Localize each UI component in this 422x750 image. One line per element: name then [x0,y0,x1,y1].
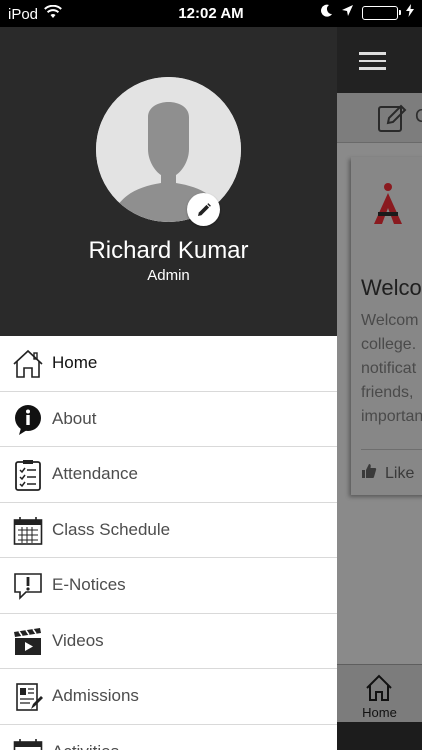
college-logo-icon [372,182,404,231]
menu-label: Admissions [52,686,139,706]
status-bar: iPod 12:02 AM [0,0,422,27]
info-icon [12,404,44,436]
admission-form-icon [12,681,44,713]
like-button[interactable]: Like [361,463,414,484]
menu-label: About [52,408,97,428]
menu-item-class-schedule[interactable]: Class Schedule [0,503,337,558]
body-line: friends, [361,384,414,401]
menu-item-about[interactable]: About [0,392,337,447]
avatar[interactable] [96,77,241,222]
thumbs-up-icon [361,463,377,484]
calendar-icon [12,737,44,750]
user-name: Richard Kumar [88,237,249,264]
card-divider [361,449,422,450]
body-line: Welcom [361,312,419,329]
welcome-body: Welcom college. notificat friends, impor… [361,309,422,429]
edit-avatar-button[interactable] [187,193,220,226]
welcome-title: Welco [361,275,422,300]
hamburger-menu-icon[interactable] [359,52,386,70]
navigation-drawer: Richard Kumar Admin Home About Attendanc… [0,27,337,750]
battery-icon [362,5,401,20]
menu-label: E-Notices [52,575,126,595]
location-arrow-icon [341,4,354,21]
menu-item-videos[interactable]: Videos [0,614,337,669]
body-line: notificat [361,360,417,377]
welcome-card: Welco Welcom college. notificat friends,… [351,157,422,495]
menu-item-activities[interactable]: Activities [0,725,337,750]
home-tab-icon[interactable] [364,673,394,708]
menu-item-e-notices[interactable]: E-Notices [0,558,337,614]
menu-label: Attendance [52,464,139,484]
clapperboard-icon [12,626,44,658]
menu-label: Videos [52,630,104,650]
menu-item-admissions[interactable]: Admissions [0,669,337,725]
checklist-icon [12,459,44,491]
drawer-menu: Home About Attendance Class Schedule E-N… [0,336,337,750]
menu-label: Activities [52,742,119,750]
profile-header: Richard Kumar Admin [0,27,337,336]
calendar-icon [12,515,44,547]
menu-label: Home [52,353,98,373]
charging-icon [406,4,414,21]
like-label: Like [385,464,415,482]
top-bar [337,27,422,93]
post-toolbar[interactable]: C [337,93,422,143]
notice-icon [12,570,44,602]
home-icon [12,348,44,380]
toolbar-text: C [415,106,422,126]
background-screen[interactable]: C Welco Welcom college. notificat friend… [337,27,422,750]
body-line: college. [361,336,417,353]
moon-icon [321,4,333,21]
compose-icon[interactable] [377,103,407,138]
person-silhouette-icon [96,77,241,222]
menu-item-attendance[interactable]: Attendance [0,447,337,503]
pencil-icon [197,202,211,216]
menu-item-home[interactable]: Home [0,336,337,392]
footer-bar [337,722,422,750]
menu-label: Class Schedule [52,519,171,539]
user-role: Admin [147,267,190,284]
bottom-tab-bar: Home [337,664,422,722]
body-line: importan [361,408,422,425]
tab-home[interactable]: Home [337,705,422,720]
